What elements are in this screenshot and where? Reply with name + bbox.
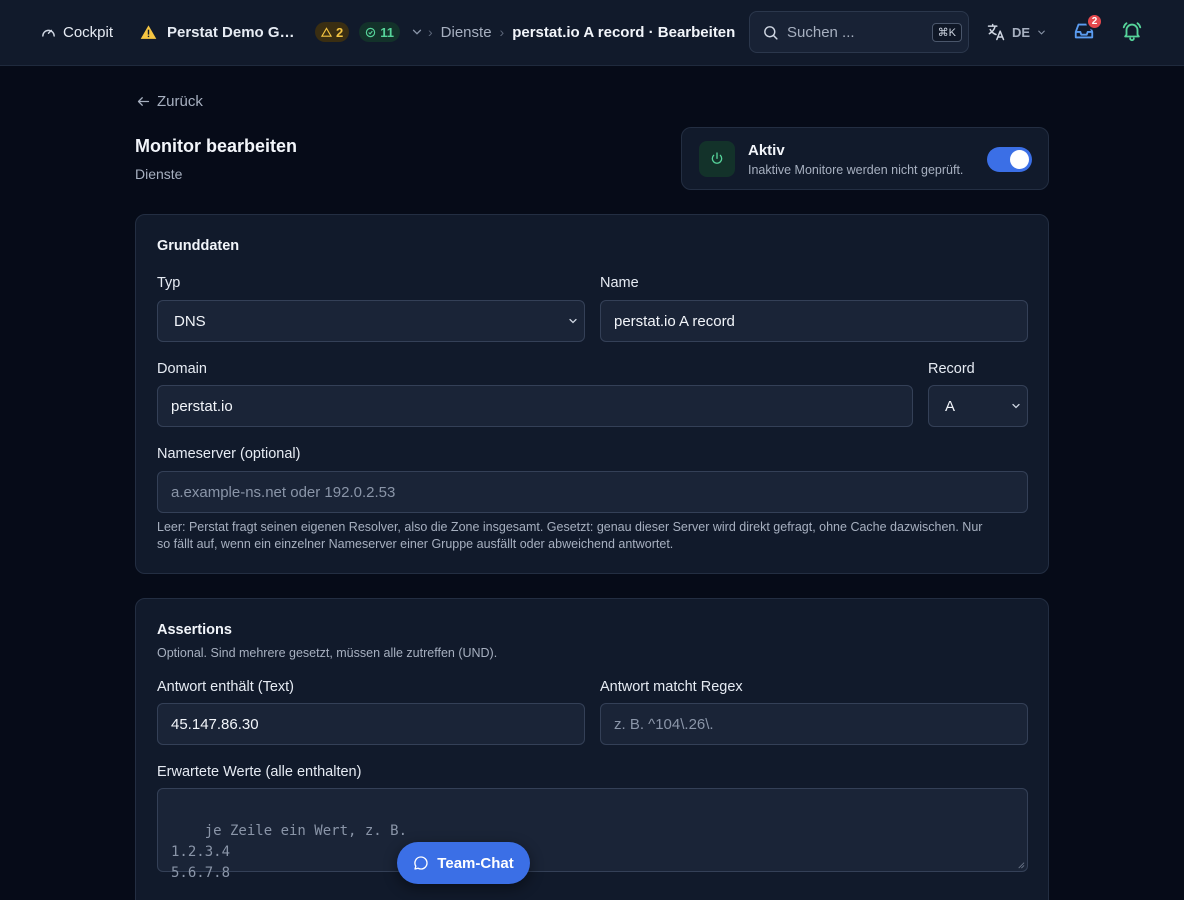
ok-count-badge: 11 (359, 22, 400, 42)
back-label: Zurück (157, 92, 203, 110)
regex-label: Antwort matcht Regex (600, 679, 743, 695)
search-placeholder: Suchen ... (787, 23, 855, 41)
active-label: Aktiv (748, 142, 785, 159)
regex-input[interactable]: z. B. ^104\.26\. (600, 703, 1028, 745)
power-icon (699, 141, 735, 177)
warning-triangle-icon (140, 24, 157, 41)
nameserver-help-line1: Leer: Perstat fragt seinen eigenen Resol… (157, 520, 983, 534)
assertions-card: Assertions Optional. Sind mehrere gesetz… (135, 598, 1049, 900)
name-input[interactable]: perstat.io A record (600, 300, 1028, 342)
breadcrumb-dienste[interactable]: Dienste (441, 24, 492, 41)
nameserver-input[interactable]: a.example-ns.net oder 192.0.2.53 (157, 471, 1028, 513)
toggle-knob (1010, 150, 1029, 169)
type-label: Typ (157, 275, 181, 291)
domain-label: Domain (157, 361, 207, 377)
top-bar: Cockpit Perstat Demo GmbH 2 11 › Dienste… (0, 0, 1184, 66)
record-select[interactable]: A (928, 385, 1028, 427)
check-circle-icon (366, 27, 376, 37)
domain-value: perstat.io (171, 397, 233, 415)
chevron-down-icon (1038, 30, 1045, 35)
active-status-card: Aktiv Inaktive Monitore werden nicht gep… (681, 127, 1049, 190)
breadcrumb-separator: › (499, 24, 505, 40)
team-chat-button[interactable]: Team-Chat (397, 842, 530, 884)
chevron-down-icon (1010, 400, 1022, 412)
org-name: Perstat Demo GmbH (167, 23, 305, 41)
domain-input[interactable]: perstat.io (157, 385, 913, 427)
team-chat-label: Team-Chat (437, 854, 514, 872)
breadcrumb-current: perstat.io A record · Bearbeiten (512, 23, 736, 41)
bell-ringing-icon (1122, 22, 1142, 42)
cockpit-link[interactable]: Cockpit (40, 22, 113, 42)
regex-placeholder: z. B. ^104\.26\. (614, 715, 714, 733)
ok-count: 11 (380, 24, 394, 40)
page-title: Monitor bearbeiten (135, 136, 298, 156)
nameserver-placeholder: a.example-ns.net oder 192.0.2.53 (171, 483, 396, 501)
expected-values-textarea[interactable]: je Zeile ein Wert, z. B. 1.2.3.4 5.6.7.8 (157, 788, 1028, 881)
notifications-button[interactable] (1121, 20, 1145, 44)
warning-count-badge: 2 (315, 22, 350, 42)
cockpit-label: Cockpit (63, 23, 114, 41)
search-icon (764, 25, 778, 40)
arrow-left-icon (137, 96, 150, 106)
chat-bubble-icon (414, 856, 428, 870)
name-value: perstat.io A record (614, 312, 735, 330)
chevron-down-icon[interactable] (410, 25, 424, 39)
back-link[interactable]: Zurück (136, 91, 203, 111)
language-switcher[interactable]: DE (986, 22, 1047, 42)
inbox-count-badge: 2 (1086, 13, 1103, 30)
warning-small-icon (321, 26, 332, 37)
contains-value: 45.147.86.30 (171, 715, 259, 733)
basics-title: Grunddaten (157, 238, 240, 254)
contains-label: Antwort enthält (Text) (157, 679, 294, 695)
expected-values-label: Erwartete Werte (alle enthalten) (157, 764, 362, 780)
org-switcher[interactable]: Perstat Demo GmbH 2 11 (140, 21, 424, 43)
translate-icon (987, 23, 1005, 41)
record-label: Record (928, 361, 975, 377)
chevron-down-icon (567, 315, 579, 327)
name-label: Name (600, 275, 639, 291)
assertions-description: Optional. Sind mehrere gesetzt, müssen a… (157, 646, 498, 660)
language-code: DE (1012, 24, 1031, 40)
active-toggle[interactable] (987, 147, 1032, 172)
resize-handle-icon[interactable] (1016, 860, 1025, 869)
breadcrumb-separator: › (428, 24, 433, 40)
inbox-button[interactable]: 2 (1073, 13, 1103, 44)
type-value: DNS (174, 312, 206, 330)
gauge-icon (42, 29, 55, 37)
breadcrumb: › Dienste › perstat.io A record · Bearbe… (428, 22, 735, 42)
nameserver-label: Nameserver (optional) (157, 446, 301, 462)
record-value: A (945, 397, 956, 415)
warning-count: 2 (336, 24, 344, 40)
basics-card: Grunddaten Typ DNS Name perstat.io A rec… (135, 214, 1049, 574)
search-input[interactable]: Suchen ... ⌘K (749, 11, 969, 53)
type-select[interactable]: DNS (157, 300, 585, 342)
assertions-title: Assertions (157, 622, 232, 638)
active-hint: Inaktive Monitore werden nicht geprüft. (748, 163, 964, 177)
contains-input[interactable]: 45.147.86.30 (157, 703, 585, 745)
nameserver-help-line2: so fällt auf, wenn ein einzelner Nameser… (157, 537, 674, 551)
search-shortcut: ⌘K (931, 22, 962, 42)
nameserver-help: Leer: Perstat fragt seinen eigenen Resol… (157, 519, 1032, 553)
expected-values-placeholder: je Zeile ein Wert, z. B. 1.2.3.4 5.6.7.8 (171, 823, 408, 881)
page-subtitle: Dienste (135, 166, 183, 182)
